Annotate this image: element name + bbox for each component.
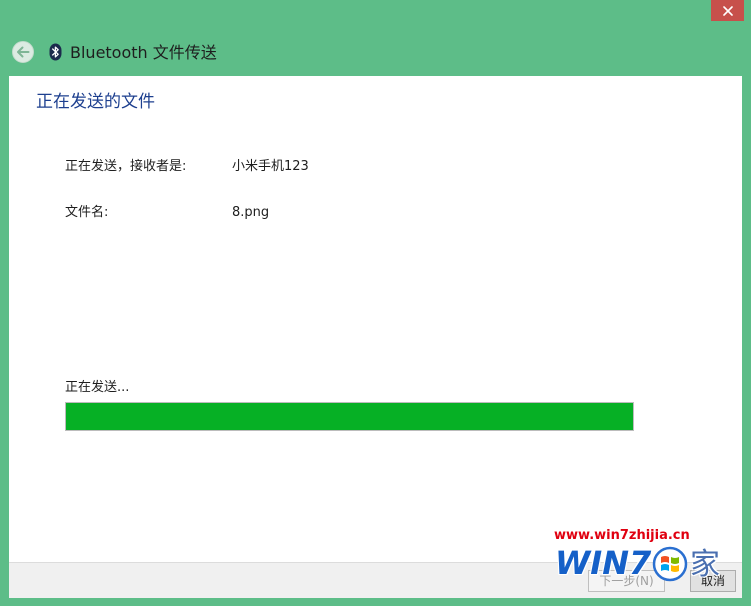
content-panel: 正在发送的文件 正在发送，接收者是: 小米手机123 文件名: 8.png 正在… — [9, 76, 742, 562]
window-frame: Bluetooth 文件传送 正在发送的文件 正在发送，接收者是: 小米手机12… — [0, 0, 751, 606]
window-title: Bluetooth 文件传送 — [70, 43, 217, 62]
bluetooth-icon — [49, 43, 62, 61]
page-heading: 正在发送的文件 — [36, 92, 155, 112]
next-button[interactable]: 下一步(N) — [588, 570, 665, 592]
cancel-button[interactable]: 取消 — [690, 570, 736, 592]
back-button[interactable] — [12, 41, 34, 63]
filename-value: 8.png — [232, 205, 270, 220]
filename-label: 文件名: — [65, 205, 109, 220]
recipient-label: 正在发送，接收者是: — [65, 159, 187, 174]
close-button[interactable] — [711, 0, 744, 21]
progress-bar-fill — [66, 403, 633, 430]
transfer-status: 正在发送... — [65, 380, 130, 395]
title-bar[interactable]: Bluetooth 文件传送 — [0, 0, 751, 76]
back-arrow-icon — [12, 41, 34, 63]
dialog-footer: 下一步(N) 取消 — [9, 562, 742, 598]
recipient-value: 小米手机123 — [232, 159, 309, 174]
close-icon — [722, 5, 733, 16]
progress-bar — [65, 402, 634, 431]
